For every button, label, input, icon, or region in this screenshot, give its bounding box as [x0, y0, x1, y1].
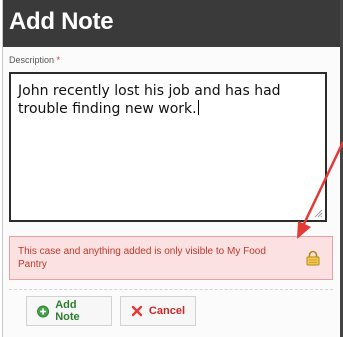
add-note-dialog: Add Note Description * John recently los… — [2, 0, 341, 337]
resize-grip-icon[interactable] — [314, 209, 323, 218]
add-note-button[interactable]: Add Note — [26, 296, 112, 326]
dialog-titlebar: Add Note — [3, 0, 341, 47]
form-divider — [9, 289, 333, 290]
description-label: Description * — [9, 55, 60, 65]
text-caret — [197, 100, 199, 115]
dialog-title: Add Note — [9, 8, 114, 35]
cancel-button-label: Cancel — [148, 305, 185, 317]
cancel-button[interactable]: Cancel — [120, 296, 196, 326]
add-note-button-label: Add Note — [55, 299, 80, 323]
x-icon — [131, 305, 143, 317]
description-text: John recently lost his job and has had t… — [18, 83, 281, 117]
add-circle-icon — [37, 305, 50, 317]
lock-icon — [306, 250, 320, 266]
visibility-notice: This case and anything added is only vis… — [9, 236, 333, 280]
description-textarea[interactable]: John recently lost his job and has had t… — [9, 72, 327, 222]
required-marker: * — [56, 55, 61, 65]
visibility-notice-text: This case and anything added is only vis… — [18, 246, 266, 270]
description-label-text: Description — [9, 55, 55, 65]
